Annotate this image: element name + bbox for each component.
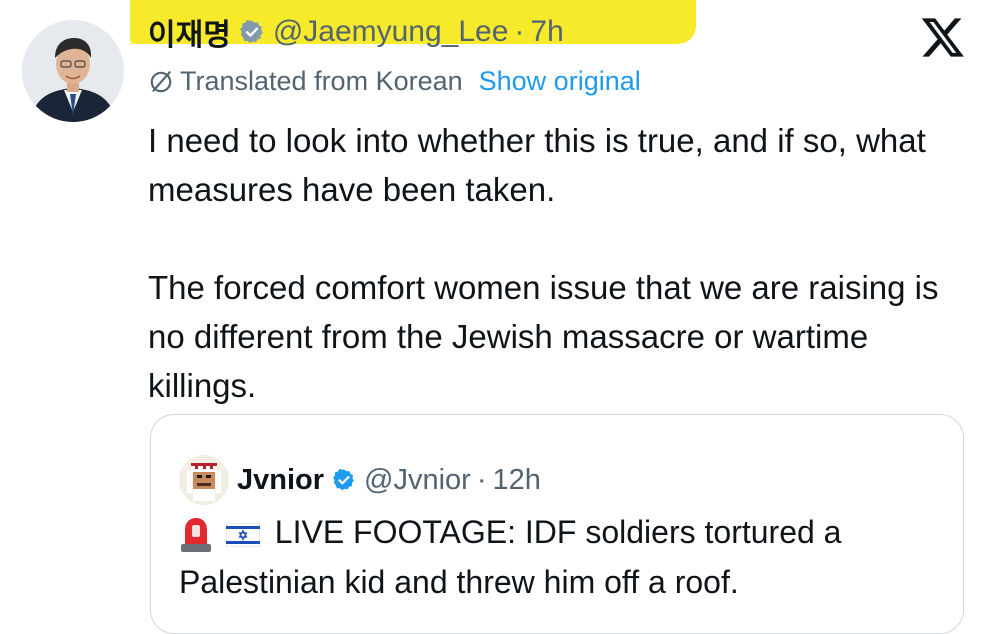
quoted-post-body: LIVE FOOTAGE: IDF soldiers tortured a Pa…	[179, 514, 842, 600]
quoted-post-text: LIVE FOOTAGE: IDF soldiers tortured a Pa…	[179, 507, 959, 607]
avatar-cartoon	[179, 455, 229, 505]
quoted-author-name[interactable]: Jvnior	[237, 464, 324, 497]
author-name[interactable]: 이재명	[148, 10, 231, 54]
translation-notice: Translated from Korean Show original	[148, 66, 641, 97]
x-logo-icon[interactable]	[920, 14, 966, 60]
post-time[interactable]: 7h	[530, 15, 563, 49]
post-text: I need to look into whether this is true…	[148, 116, 948, 410]
translated-label: Translated from Korean	[180, 66, 463, 96]
separator-dot: ·	[476, 463, 487, 496]
translate-slash-icon	[150, 70, 172, 92]
post-header: 이재명 @Jaemyung_Lee · 7h	[148, 10, 564, 54]
quoted-post[interactable]: Jvnior @Jvnior · 12h LIVE FOOTAGE: IDF s…	[150, 414, 964, 634]
quoted-post-time[interactable]: 12h	[493, 464, 541, 497]
show-original-link[interactable]: Show original	[479, 66, 641, 97]
verified-badge-icon	[240, 20, 263, 44]
israel-flag-emoji	[225, 522, 260, 547]
separator-dot: ·	[514, 15, 525, 48]
quoted-author-avatar[interactable]	[179, 455, 229, 505]
author-avatar[interactable]	[22, 20, 124, 122]
rotating-light-emoji	[181, 517, 211, 552]
post-paragraph: The forced comfort women issue that we a…	[148, 269, 939, 404]
author-handle[interactable]: @Jaemyung_Lee	[273, 15, 509, 49]
quoted-author-handle[interactable]: @Jvnior	[364, 464, 471, 497]
avatar-photo	[22, 20, 124, 122]
quoted-post-header: Jvnior @Jvnior · 12h	[179, 455, 541, 505]
post-paragraph: I need to look into whether this is true…	[148, 122, 926, 208]
verified-badge-icon	[333, 469, 354, 491]
